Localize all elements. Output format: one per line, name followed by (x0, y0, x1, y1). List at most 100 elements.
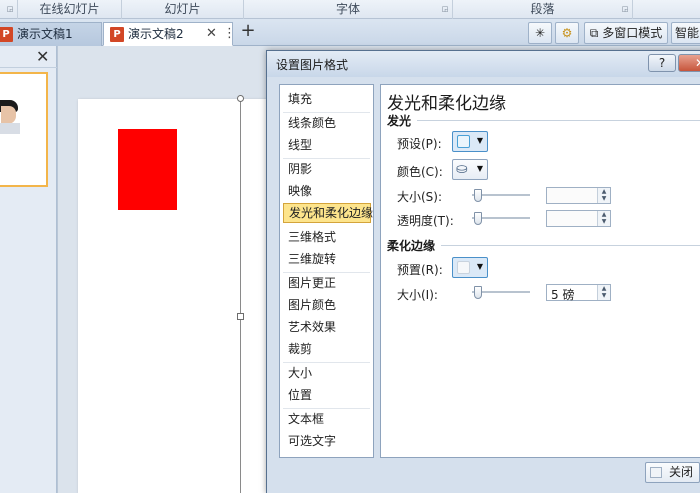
smart-label: 智能 (675, 26, 700, 40)
rotate-handle[interactable] (237, 95, 244, 102)
tab-label: 演示文稿1 (17, 27, 73, 41)
spinner-arrows[interactable]: ▲ ▼ (597, 285, 610, 300)
nav-size[interactable]: 大小 (283, 363, 371, 383)
soft-edges-size-label: 大小(I): (397, 288, 438, 302)
spin-up-icon[interactable]: ▲ (598, 285, 610, 292)
dialog-close-icon[interactable]: ✕ (678, 54, 700, 72)
section-divider (417, 120, 700, 121)
slider-thumb[interactable] (474, 286, 482, 299)
nav-glow-soft-edges[interactable]: 发光和柔化边缘 (283, 203, 373, 223)
soft-edges-swatch-icon (457, 261, 470, 274)
smart-button[interactable]: 智能 (671, 22, 700, 44)
soft-edges-preset-label: 预置(R): (397, 263, 443, 277)
portrait-image (0, 100, 20, 134)
group-launcher-icon[interactable]: ◲ (621, 5, 629, 13)
gear-icon[interactable]: ⚙ (555, 22, 579, 44)
glow-size-spinner[interactable]: ▲ ▼ (546, 187, 611, 204)
dropdown-arrow-icon: ▼ (476, 136, 483, 145)
soft-edges-size-spinner[interactable]: 5 磅 ▲ ▼ (546, 284, 611, 302)
slider-thumb[interactable] (474, 212, 482, 225)
close-button-label: 关闭 (668, 465, 693, 479)
format-picture-dialog: 设置图片格式 ? ✕ 填充 线条颜色 线型 阴影 映像 发光和柔化边缘 三维格式… (266, 50, 700, 493)
nav-picture-corrections[interactable]: 图片更正 (283, 273, 371, 293)
tab-label: 演示文稿2 (128, 27, 184, 41)
tab-more-icon[interactable]: ⋮ (223, 23, 236, 45)
slider-thumb[interactable] (474, 189, 482, 202)
spinner-arrows[interactable]: ▲ ▼ (597, 211, 610, 226)
resize-handle[interactable] (237, 313, 244, 320)
spin-down-icon[interactable]: ▼ (598, 218, 610, 225)
glow-preset-swatch-icon (457, 135, 470, 148)
dropdown-arrow-icon: ▼ (476, 164, 483, 173)
ribbon-group-labels: ◲ 在线幻灯片 幻灯片 字体 ◲ 段落 ◲ (0, 0, 700, 19)
spin-down-icon[interactable]: ▼ (598, 195, 610, 202)
spin-down-icon[interactable]: ▼ (598, 292, 610, 299)
glow-color-dropdown[interactable]: ⛀ ▼ (452, 159, 488, 180)
spin-up-icon[interactable]: ▲ (598, 211, 610, 218)
nav-artistic-effects[interactable]: 艺术效果 (283, 317, 371, 337)
nav-fill[interactable]: 填充 (283, 89, 371, 109)
multi-window-label: 多窗口模式 (602, 26, 663, 40)
windows-icon: ⧉ (589, 26, 599, 40)
nav-text-box[interactable]: 文本框 (283, 409, 371, 429)
ribbon-group-label: 在线幻灯片 (39, 2, 100, 16)
powerpoint-icon: P (110, 27, 124, 42)
glow-color-label: 颜色(C): (397, 165, 443, 179)
nav-crop[interactable]: 裁剪 (283, 339, 371, 359)
sparkle-icon[interactable]: ✳ (528, 22, 552, 44)
multi-window-mode-button[interactable]: ⧉ 多窗口模式 (584, 22, 668, 44)
close-tab-icon[interactable]: ✕ (206, 23, 217, 45)
dialog-titlebar[interactable]: 设置图片格式 ? ✕ (267, 51, 700, 77)
nav-alt-text[interactable]: 可选文字 (283, 431, 371, 451)
nav-reflection[interactable]: 映像 (283, 181, 371, 201)
soft-edges-preset-dropdown[interactable]: ▼ (452, 257, 488, 278)
nav-line-style[interactable]: 线型 (283, 135, 371, 155)
glow-size-label: 大小(S): (397, 190, 443, 204)
glow-transparency-label: 透明度(T): (397, 214, 454, 228)
ribbon-group-label: 段落 (530, 2, 555, 16)
ribbon-group-label: 字体 (335, 2, 360, 16)
group-launcher-icon[interactable]: ◲ (441, 5, 449, 13)
close-pane-icon[interactable]: ✕ (36, 47, 49, 66)
tab-document-2[interactable]: P 演示文稿2 ✕ ⋮ (103, 22, 236, 46)
close-button[interactable]: 关闭 (645, 462, 700, 483)
document-tab-bar: P 演示文稿1 P 演示文稿2 ✕ ⋮ + ✳ ⚙ ⧉ 多窗口模式 智能 (0, 19, 700, 46)
format-category-list: 填充 线条颜色 线型 阴影 映像 发光和柔化边缘 三维格式 三维旋转 图片更正 … (279, 84, 374, 458)
paint-bucket-icon: ⛀ (456, 161, 468, 177)
red-rectangle-shape[interactable] (118, 129, 177, 210)
nav-3d-rotation[interactable]: 三维旋转 (283, 249, 371, 269)
glow-transparency-spinner[interactable]: ▲ ▼ (546, 210, 611, 227)
glow-transparency-slider[interactable] (472, 212, 530, 225)
glow-size-slider[interactable] (472, 189, 530, 202)
nav-picture-color[interactable]: 图片颜色 (283, 295, 371, 315)
glow-preset-dropdown[interactable]: ▼ (452, 131, 488, 152)
dialog-title: 设置图片格式 (276, 58, 349, 72)
glow-section-heading: 发光 (387, 114, 412, 128)
slide-canvas[interactable] (78, 95, 288, 493)
soft-edges-section-heading: 柔化边缘 (387, 239, 436, 253)
ribbon-group-label: 幻灯片 (164, 2, 201, 16)
nav-3d-format[interactable]: 三维格式 (283, 227, 371, 247)
spin-up-icon[interactable]: ▲ (598, 188, 610, 195)
nav-position[interactable]: 位置 (283, 385, 371, 405)
add-tab-button[interactable]: + (237, 21, 259, 43)
button-icon (650, 467, 662, 478)
help-button[interactable]: ? (648, 54, 676, 72)
ribbon-group-clipboard: ◲ (0, 0, 18, 19)
glow-preset-label: 预设(P): (397, 137, 442, 151)
nav-shadow[interactable]: 阴影 (283, 159, 371, 179)
ribbon-group-online-slides: 在线幻灯片 (18, 0, 122, 19)
ribbon-group-paragraph: 段落 ◲ (453, 0, 633, 19)
slide-thumbnail-pane: ✕ (0, 46, 57, 493)
panel-title: 发光和柔化边缘 (387, 94, 506, 114)
spinner-arrows[interactable]: ▲ ▼ (597, 188, 610, 203)
section-divider (441, 245, 700, 246)
powerpoint-icon: P (0, 27, 13, 42)
tab-document-1[interactable]: P 演示文稿1 (0, 22, 102, 46)
slide-thumbnail[interactable] (0, 72, 48, 187)
ribbon-group-slides: 幻灯片 (122, 0, 244, 19)
group-launcher-icon[interactable]: ◲ (6, 5, 14, 13)
nav-line-color[interactable]: 线条颜色 (283, 113, 371, 133)
thumbnail-pane-header: ✕ (0, 46, 57, 68)
soft-edges-size-slider[interactable] (472, 286, 530, 299)
